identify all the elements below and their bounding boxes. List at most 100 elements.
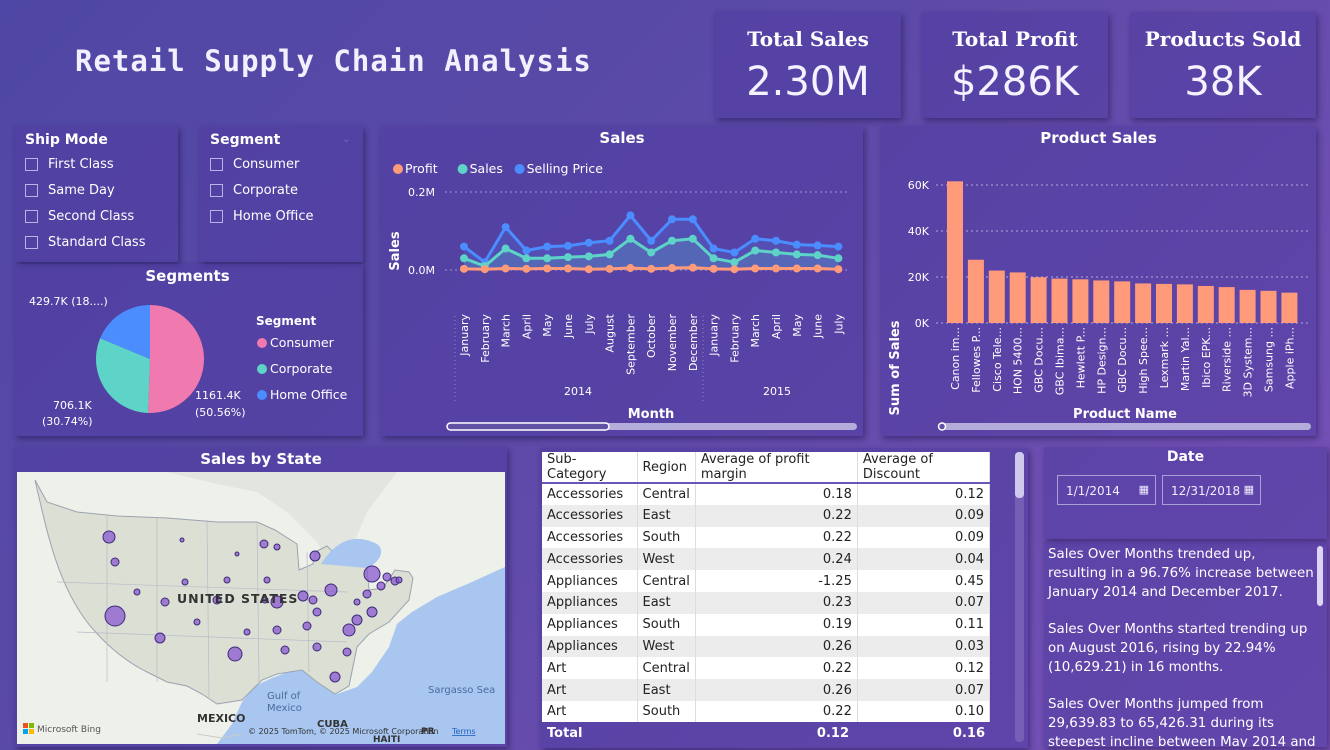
- table-row[interactable]: Accessories West 0.24 0.04: [542, 548, 990, 571]
- series-point: [792, 250, 801, 259]
- checkbox[interactable]: [25, 210, 38, 223]
- bar: [988, 270, 1005, 323]
- end-date-value: 12/31/2018: [1171, 484, 1241, 498]
- map-terms-link[interactable]: Terms: [451, 727, 476, 736]
- segment-option-home-office[interactable]: Home Office: [210, 209, 313, 224]
- kpi-value: $286K: [950, 59, 1080, 105]
- table-row[interactable]: Art Central 0.22 0.12: [542, 657, 990, 680]
- series-point: [688, 234, 697, 243]
- legend-label-corporate: Corporate: [270, 361, 333, 376]
- table-row[interactable]: Appliances East 0.23 0.07: [542, 591, 990, 614]
- bar: [1260, 290, 1277, 323]
- segment-option-corporate[interactable]: Corporate: [210, 183, 298, 198]
- table-scrollbar-track[interactable]: [1015, 452, 1024, 742]
- state-bubble: [154, 632, 166, 644]
- option-label: Home Office: [233, 209, 314, 224]
- series-point: [688, 263, 697, 272]
- calendar-icon[interactable]: ▦: [1244, 483, 1254, 496]
- state-bubble: [273, 543, 281, 551]
- chevron-down-icon[interactable]: ⌄: [342, 132, 351, 145]
- state-bubble: [382, 572, 392, 582]
- start-date-input[interactable]: 1/1/2014 ▦: [1057, 475, 1156, 505]
- table-cell: Appliances: [542, 613, 638, 636]
- sales-by-state-map[interactable]: UNITED STATES MEXICO CUBA HAITI PR Gulf …: [17, 472, 505, 744]
- x-tick-label: Hewlett P...: [1074, 327, 1087, 388]
- table-row[interactable]: Art East 0.26 0.07: [542, 679, 990, 701]
- x-tick-label: July: [832, 314, 845, 335]
- subcategory-table: Sub-Category Region Average of profit ma…: [542, 452, 990, 722]
- bar: [1239, 289, 1256, 323]
- calendar-icon[interactable]: ▦: [1139, 483, 1149, 496]
- series-point: [501, 223, 510, 232]
- option-label: Second Class: [48, 209, 135, 224]
- series-point: [813, 241, 822, 250]
- legend-label-home-office: Home Office: [270, 387, 348, 402]
- series-point: [460, 242, 468, 251]
- series-point: [522, 246, 531, 255]
- table-row[interactable]: Art South 0.22 0.10: [542, 700, 990, 722]
- checkbox[interactable]: [25, 158, 38, 171]
- column-header[interactable]: Average of Discount: [857, 452, 990, 484]
- checkbox[interactable]: [25, 184, 38, 197]
- series-point: [792, 240, 801, 249]
- series-point: [751, 234, 760, 243]
- state-bubble: [181, 578, 189, 586]
- checkbox[interactable]: [210, 158, 223, 171]
- checkbox[interactable]: [210, 210, 223, 223]
- ship-mode-option-first-class[interactable]: First Class: [25, 157, 114, 172]
- x-tick-label: HON 5400...: [1012, 327, 1025, 394]
- y-tick-top: 0.2M: [408, 186, 435, 199]
- scrollbar-thumb[interactable]: [937, 422, 947, 431]
- series-point: [709, 244, 718, 253]
- x-tick-label: Ibico EPK...: [1200, 327, 1213, 388]
- sales-by-state-card: Sales by State UNITED STATES MEXICO CUBA…: [15, 447, 507, 747]
- series-point: [834, 265, 843, 274]
- scrollbar-thumb[interactable]: [446, 422, 610, 431]
- bar: [1093, 280, 1110, 323]
- pie-label-consumer-pct: (50.56%): [195, 406, 246, 419]
- series-point: [605, 264, 614, 273]
- table-row[interactable]: Appliances West 0.26 0.03: [542, 635, 990, 658]
- series-point: [792, 264, 801, 273]
- checkbox[interactable]: [210, 184, 223, 197]
- table-cell: 0.12: [857, 657, 990, 680]
- table-cell: 0.09: [857, 504, 990, 527]
- end-date-input[interactable]: 12/31/2018 ▦: [1162, 475, 1261, 505]
- table-scrollbar-thumb[interactable]: [1015, 452, 1024, 498]
- segment-option-consumer[interactable]: Consumer: [210, 157, 299, 172]
- table-row[interactable]: Accessories Central 0.18 0.12: [542, 483, 990, 505]
- x-tick-label: Lexmark ...: [1158, 327, 1171, 388]
- ship-mode-option-same-day[interactable]: Same Day: [25, 183, 115, 198]
- y-tick-bottom: 0.0M: [408, 264, 435, 277]
- series-point: [605, 236, 614, 245]
- state-bubble: [329, 671, 341, 683]
- table-row[interactable]: Accessories South 0.22 0.09: [542, 526, 990, 549]
- table-row[interactable]: Accessories East 0.22 0.09: [542, 504, 990, 527]
- table-cell: Art: [542, 657, 638, 680]
- product-sales-card: Product Sales Sum of Sales 0K 20K 40K 60K C…: [881, 126, 1316, 436]
- scrollbar-track[interactable]: [939, 423, 1311, 430]
- state-bubble: [297, 590, 309, 602]
- series-point: [626, 211, 635, 220]
- checkbox[interactable]: [25, 236, 38, 249]
- column-header[interactable]: Region: [637, 452, 696, 484]
- state-bubble: [353, 598, 361, 606]
- y-axis-label: Sales: [388, 231, 403, 270]
- series-point: [668, 264, 676, 273]
- table-cell: 0.22: [695, 526, 858, 549]
- series-point: [834, 242, 843, 251]
- series-point: [647, 236, 656, 245]
- x-tick-label: December: [687, 314, 700, 372]
- ship-mode-option-standard-class[interactable]: Standard Class: [25, 235, 145, 250]
- narrative-scrollbar-thumb[interactable]: [1317, 546, 1323, 606]
- ship-mode-option-second-class[interactable]: Second Class: [25, 209, 134, 224]
- option-label: First Class: [48, 157, 114, 172]
- year-label-2014: 2014: [564, 385, 592, 398]
- column-header[interactable]: Sub-Category: [542, 452, 638, 484]
- table-row[interactable]: Appliances South 0.19 0.11: [542, 613, 990, 636]
- table-cell: 0.03: [857, 635, 990, 658]
- table-row[interactable]: Appliances Central -1.25 0.45: [542, 570, 990, 592]
- column-header[interactable]: Average of profit margin: [695, 452, 858, 484]
- state-bubble: [104, 605, 126, 627]
- kpi-value: 38K: [1184, 59, 1262, 105]
